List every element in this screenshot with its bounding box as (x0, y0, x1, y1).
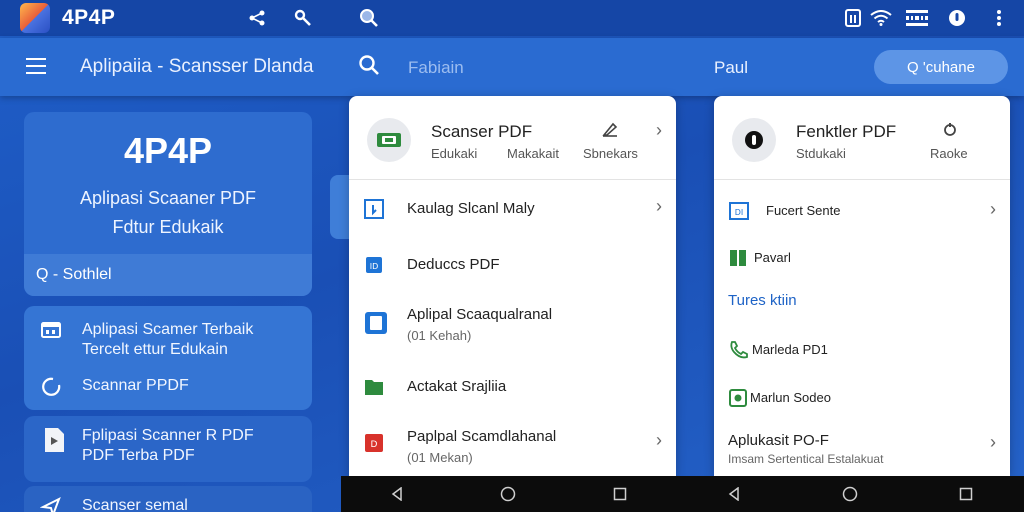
left-menu-label: Scannar PPDF (82, 377, 189, 394)
feature-panel: Fenktler PDF Stdukaki Raoke DI Fucert Se… (714, 96, 1010, 476)
section-heading-label: Tures ktiin (728, 292, 797, 309)
lock-badge-icon (732, 118, 776, 162)
list-item-label: Aplipal Scaaqualranal (407, 306, 553, 323)
grid-icon (728, 248, 750, 270)
list-item-label: Marlun Sodeo (750, 390, 831, 405)
panel-header: Fenktler PDF Stdukaki Raoke (714, 96, 1010, 180)
pdf-file-icon: ID (363, 254, 385, 276)
barcode-icon (904, 7, 930, 29)
home-icon[interactable] (498, 484, 518, 504)
frame-icon: DI (728, 200, 750, 222)
panel-subtitle-secondary: Makakait (507, 146, 560, 161)
list-item-label: Deduccs PDF (407, 256, 500, 273)
panel-subtitle: Stdukaki (796, 146, 846, 161)
chevron-right-icon[interactable]: › (656, 120, 662, 141)
svg-text:D: D (371, 440, 378, 450)
refresh-icon[interactable] (942, 122, 958, 143)
list-item-sublabel: Imsam Sertentical Estalakuat (728, 452, 884, 466)
document-icon (40, 426, 68, 454)
magnifier-icon[interactable] (358, 7, 380, 29)
left-menu-label: Aplipasi Scamer Terbaik (82, 321, 254, 338)
sim-icon (842, 7, 864, 29)
list-item-label: Marleda PD1 (752, 342, 828, 357)
overflow-icon[interactable] (988, 7, 1010, 29)
hero-title: 4P4P (123, 130, 213, 171)
back-icon[interactable] (387, 484, 407, 504)
list-item-label: Paplpal Scamdlahanal (407, 428, 557, 445)
chevron-right-icon: › (990, 199, 996, 219)
svg-text:ID: ID (370, 262, 379, 271)
chevron-right-icon: › (656, 430, 662, 450)
left-menu-card: Scanser semal (24, 486, 312, 512)
frame-icon (363, 198, 385, 220)
app-bar: Aplipaiia - Scansser Dlanda Fabiain Paul… (0, 38, 1024, 96)
list-item-label: Kaulag Slcanl Maly (407, 200, 535, 217)
left-menu-label: Fplipasi Scanner R PDF (82, 427, 254, 444)
screen-icon (40, 320, 62, 342)
left-menu-item[interactable]: Scannar PPDF (24, 376, 312, 398)
nav-bar (341, 476, 676, 512)
search-input[interactable]: Fabiain (408, 58, 464, 78)
wifi-icon (870, 7, 892, 29)
pdf-red-icon: D (363, 432, 385, 454)
left-menu-item[interactable]: Aplipasi Scamer Terbaik Tercelt ettur Edu… (24, 320, 312, 360)
hero-search-row[interactable]: Q - Sothlel (24, 254, 312, 296)
document-icon (363, 310, 389, 336)
left-menu-label: Scanser semal (82, 497, 188, 512)
left-menu-card: Aplipasi Scamer Terbaik Tercelt ettur Edu… (24, 306, 312, 410)
recents-icon[interactable] (956, 484, 976, 504)
panel-subtitle: Edukaki (431, 146, 478, 161)
alarm-icon (946, 7, 968, 29)
recents-icon[interactable] (610, 484, 630, 504)
left-menu-item[interactable]: Scanser semal (24, 496, 312, 512)
back-icon[interactable] (724, 484, 744, 504)
phone-icon (728, 340, 750, 362)
panel-title: Fenktler PDF (796, 122, 897, 141)
app-title: Aplipaiia - Scansser Dlanda (80, 56, 314, 77)
panel-action-label[interactable]: Raoke (930, 146, 968, 161)
hero-subtitle: Aplipasi Scaaner PDF (79, 188, 257, 208)
list-item-label: Fucert Sente (766, 203, 841, 218)
chevron-right-icon: › (990, 432, 996, 452)
left-menu-item[interactable]: Fplipasi Scanner R PDF PDF Terba PDF (24, 426, 312, 466)
left-menu-sublabel: Tercelt ettur Edukain (82, 341, 228, 358)
panel-header: Scanser PDF Edukaki Makakait Sbnekars › (349, 96, 676, 180)
hero-search-label: Q - Sothlel (36, 266, 112, 283)
scanner-panel: Scanser PDF Edukaki Makakait Sbnekars › … (349, 96, 676, 476)
menu-icon[interactable] (26, 58, 46, 74)
status-app-name: 4P4P (62, 6, 116, 29)
hero-card: 4P4P Aplipasi Scaaner PDF Fdtur Edukaik … (24, 112, 312, 296)
list-item-sublabel: (01 Kehah) (407, 328, 472, 343)
record-icon (728, 388, 750, 410)
left-menu-card: Fplipasi Scanner R PDF PDF Terba PDF (24, 416, 312, 482)
user-label[interactable]: Paul (714, 58, 748, 78)
pdf-badge-icon (367, 118, 411, 162)
send-icon (39, 496, 62, 512)
folder-icon (363, 376, 385, 398)
panel-title: Scanser PDF (431, 122, 533, 141)
list-item-label: Aplukasit PO-F (728, 432, 829, 449)
search-icon[interactable] (358, 54, 382, 78)
edit-icon[interactable] (601, 120, 619, 143)
home-icon[interactable] (840, 484, 860, 504)
search-button[interactable]: Q 'cuhane (874, 50, 1008, 84)
app-logo (20, 3, 50, 33)
chevron-right-icon: › (656, 196, 662, 216)
share-icon[interactable] (246, 7, 268, 29)
svg-text:DI: DI (735, 208, 744, 217)
status-bar: 4P4P (0, 0, 1024, 36)
circle-icon (40, 376, 62, 398)
hero-tagline: Fdtur Edukaik (112, 217, 224, 237)
list-item-label: Pavarl (754, 250, 791, 265)
list-item-sublabel: (01 Mekan) (407, 450, 473, 465)
list-item-label: Actakat Srajliia (407, 378, 507, 395)
nav-bar (676, 476, 1024, 512)
panel-action-label[interactable]: Sbnekars (583, 146, 638, 161)
key-icon[interactable] (292, 7, 314, 29)
left-menu-sublabel: PDF Terba PDF (82, 447, 195, 464)
